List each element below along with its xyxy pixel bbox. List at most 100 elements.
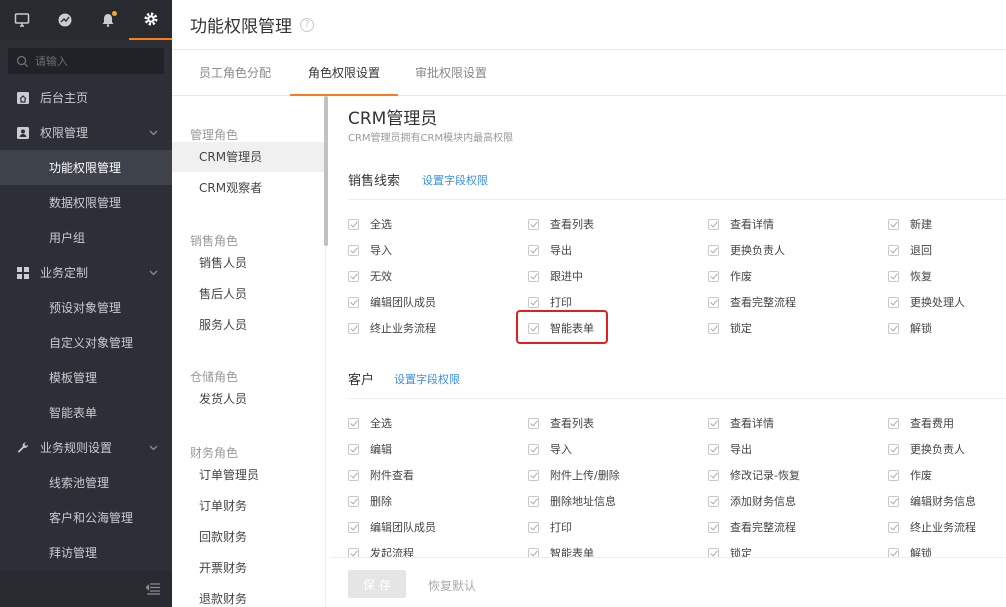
checkbox-checked-icon[interactable] [708, 443, 719, 455]
permission-checkbox[interactable]: 导出 [708, 440, 752, 458]
checkbox-checked-icon[interactable] [708, 521, 719, 533]
checkbox-checked-icon[interactable] [348, 417, 359, 429]
permission-checkbox[interactable]: 附件查看 [348, 466, 414, 484]
permission-checkbox[interactable]: 锁定 [708, 319, 752, 337]
checkbox-checked-icon[interactable] [888, 443, 899, 455]
tab-approval-permission-settings[interactable]: 审批权限设置 [415, 50, 487, 96]
permission-checkbox[interactable]: 修改记录-恢复 [708, 466, 800, 484]
permission-checkbox[interactable]: 导出 [528, 241, 572, 259]
chart-icon[interactable] [43, 0, 86, 40]
checkbox-checked-icon[interactable] [888, 218, 899, 230]
bell-icon[interactable] [86, 0, 129, 40]
checkbox-checked-icon[interactable] [348, 495, 359, 507]
permission-checkbox[interactable]: 删除地址信息 [528, 492, 616, 510]
permission-checkbox[interactable]: 更换负责人 [888, 440, 965, 458]
checkbox-checked-icon[interactable] [888, 417, 899, 429]
checkbox-checked-icon[interactable] [708, 218, 719, 230]
permission-checkbox[interactable]: 编辑财务信息 [888, 492, 976, 510]
checkbox-checked-icon[interactable] [528, 521, 539, 533]
permission-checkbox[interactable]: 无效 [348, 267, 392, 285]
sidebar-item-lead-pool[interactable]: 线索池管理 [0, 465, 172, 500]
checkbox-checked-icon[interactable] [708, 417, 719, 429]
save-button[interactable]: 保 存 [348, 570, 406, 598]
monitor-icon[interactable] [0, 0, 43, 40]
role-item[interactable]: 发货人员 [172, 384, 325, 414]
permission-checkbox[interactable]: 作废 [888, 466, 932, 484]
checkbox-checked-icon[interactable] [348, 322, 359, 334]
checkbox-checked-icon[interactable] [528, 547, 539, 557]
permission-checkbox[interactable]: 解锁 [888, 319, 932, 337]
checkbox-checked-icon[interactable] [708, 270, 719, 282]
permission-checkbox[interactable]: 终止业务流程 [348, 319, 436, 337]
checkbox-checked-icon[interactable] [528, 244, 539, 256]
checkbox-checked-icon[interactable] [888, 521, 899, 533]
sidebar-item-data-permissions[interactable]: 数据权限管理 [0, 185, 172, 220]
permission-checkbox[interactable]: 查看完整流程 [708, 518, 796, 536]
permission-checkbox[interactable]: 查看列表 [528, 414, 594, 432]
permission-checkbox[interactable]: 锁定 [708, 544, 752, 557]
tab-employee-role-assignment[interactable]: 员工角色分配 [199, 50, 271, 96]
role-item[interactable]: 服务人员 [172, 310, 325, 340]
sidebar-item-smart-forms[interactable]: 智能表单 [0, 395, 172, 430]
checkbox-checked-icon[interactable] [888, 469, 899, 481]
permission-checkbox[interactable]: 编辑团队成员 [348, 518, 436, 536]
checkbox-checked-icon[interactable] [888, 495, 899, 507]
checkbox-checked-icon[interactable] [708, 495, 719, 507]
sidebar-item-user-groups[interactable]: 用户组 [0, 220, 172, 255]
role-item[interactable]: 订单财务 [172, 491, 325, 521]
sidebar-item-templates[interactable]: 模板管理 [0, 360, 172, 395]
checkbox-checked-icon[interactable] [708, 244, 719, 256]
role-item[interactable]: 订单管理员 [172, 460, 325, 490]
role-list-scrollbar[interactable] [324, 96, 328, 246]
permission-checkbox[interactable]: 退回 [888, 241, 932, 259]
permission-checkbox[interactable]: 导入 [348, 241, 392, 259]
permission-checkbox[interactable]: 查看完整流程 [708, 293, 796, 311]
checkbox-checked-icon[interactable] [528, 417, 539, 429]
checkbox-checked-icon[interactable] [348, 547, 359, 557]
checkbox-checked-icon[interactable] [348, 218, 359, 230]
checkbox-checked-icon[interactable] [348, 469, 359, 481]
role-item[interactable]: 销售人员 [172, 248, 325, 278]
permission-checkbox[interactable]: 查看详情 [708, 215, 774, 233]
checkbox-checked-icon[interactable] [888, 270, 899, 282]
role-item[interactable]: 开票财务 [172, 553, 325, 583]
search-input[interactable] [35, 54, 155, 68]
permission-checkbox[interactable]: 发起流程 [348, 544, 414, 557]
sidebar-item-permissions[interactable]: 权限管理 [0, 115, 172, 150]
permission-checkbox[interactable]: 添加财务信息 [708, 492, 796, 510]
role-item[interactable]: 退款财务 [172, 584, 325, 607]
permission-checkbox[interactable]: 附件上传/删除 [528, 466, 620, 484]
checkbox-checked-icon[interactable] [528, 469, 539, 481]
checkbox-checked-icon[interactable] [528, 296, 539, 308]
sidebar-item-customer-pool[interactable]: 客户和公海管理 [0, 500, 172, 535]
role-item[interactable]: CRM观察者 [172, 173, 325, 203]
permission-checkbox[interactable]: 查看费用 [888, 414, 954, 432]
checkbox-checked-icon[interactable] [528, 443, 539, 455]
checkbox-checked-icon[interactable] [528, 218, 539, 230]
tab-role-permission-settings[interactable]: 角色权限设置 [290, 50, 399, 96]
checkbox-checked-icon[interactable] [348, 443, 359, 455]
checkbox-checked-icon[interactable] [348, 521, 359, 533]
sidebar-item-home[interactable]: 后台主页 [0, 80, 172, 115]
role-item[interactable]: CRM管理员 [172, 142, 325, 172]
permission-checkbox[interactable]: 更换处理人 [888, 293, 965, 311]
checkbox-checked-icon[interactable] [528, 270, 539, 282]
permission-checkbox[interactable]: 新建 [888, 215, 932, 233]
permission-checkbox[interactable]: 智能表单 [528, 544, 594, 557]
permission-checkbox[interactable]: 导入 [528, 440, 572, 458]
permission-checkbox[interactable]: 打印 [528, 518, 572, 536]
permission-checkbox[interactable]: 全选 [348, 215, 392, 233]
permission-checkbox[interactable]: 删除 [348, 492, 392, 510]
checkbox-checked-icon[interactable] [348, 244, 359, 256]
permission-checkbox[interactable]: 查看列表 [528, 215, 594, 233]
permission-checkbox[interactable]: 作废 [708, 267, 752, 285]
sidebar-item-function-permissions[interactable]: 功能权限管理 [0, 150, 172, 185]
collapse-menu-icon[interactable] [146, 583, 160, 595]
help-icon[interactable]: ? [300, 17, 314, 32]
permission-checkbox[interactable]: 编辑团队成员 [348, 293, 436, 311]
set-field-permissions-link[interactable]: 设置字段权限 [422, 172, 488, 188]
permission-checkbox[interactable]: 全选 [348, 414, 392, 432]
checkbox-checked-icon[interactable] [888, 322, 899, 334]
checkbox-checked-icon[interactable] [528, 495, 539, 507]
permission-checkbox[interactable]: 跟进中 [528, 267, 583, 285]
